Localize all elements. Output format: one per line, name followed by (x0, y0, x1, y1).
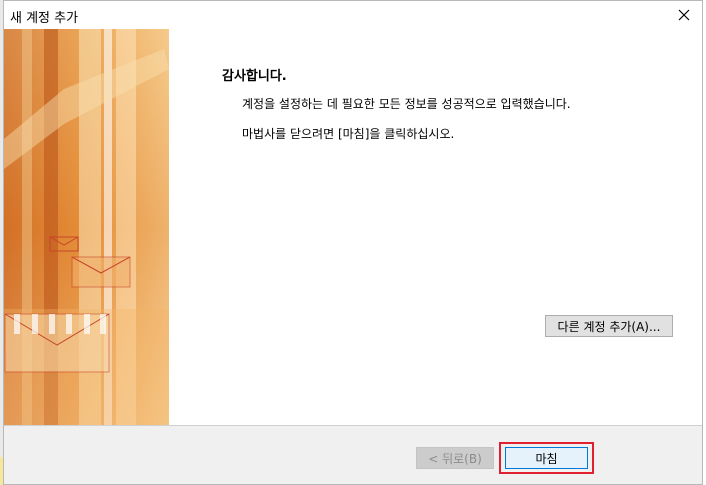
wizard-footer: < 뒤로(B) 마침 (4, 426, 702, 484)
finish-highlight: 마침 (499, 442, 594, 474)
close-button[interactable] (666, 1, 702, 29)
back-button[interactable]: < 뒤로(B) (416, 447, 494, 469)
window-title: 새 계정 추가 (10, 11, 79, 26)
close-icon (678, 9, 690, 21)
add-another-account-button[interactable]: 다른 계정 추가(A)... (545, 315, 673, 337)
finish-button[interactable]: 마침 (505, 447, 588, 469)
wizard-banner-image (4, 29, 169, 425)
success-message: 계정을 설정하는 데 필요한 모든 정보를 성공적으로 입력했습니다. (242, 97, 571, 111)
page-heading: 감사합니다. (222, 69, 287, 84)
add-account-dialog: 새 계정 추가 감사합니다. 계정을 설정하는 데 필요한 모든 정보를 성공적… (3, 0, 703, 485)
wizard-content: 감사합니다. 계정을 설정하는 데 필요한 모든 정보를 성공적으로 입력했습니… (169, 29, 702, 425)
instruction-message: 마법사를 닫으려면 [마침]을 클릭하십시오. (242, 127, 455, 141)
title-bar: 새 계정 추가 (4, 1, 702, 29)
